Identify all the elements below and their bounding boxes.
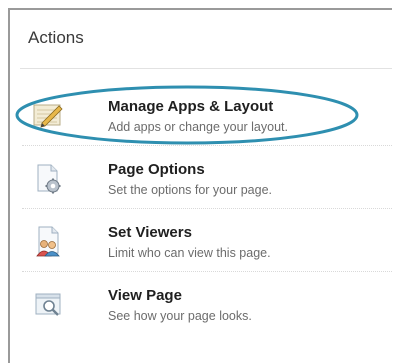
action-description: Set the options for your page. xyxy=(108,183,272,197)
action-set-viewers[interactable]: Set Viewers Limit who can view this page… xyxy=(22,211,392,272)
page-magnifier-icon xyxy=(32,288,64,320)
action-page-options[interactable]: Page Options Set the options for your pa… xyxy=(22,148,392,209)
action-title: Manage Apps & Layout xyxy=(108,98,274,115)
action-description: Limit who can view this page. xyxy=(108,246,271,260)
page-settings-icon xyxy=(32,162,64,194)
panel-title: Actions xyxy=(28,28,84,47)
action-view-page[interactable]: View Page See how your page looks. xyxy=(22,274,392,334)
layout-pencil-icon xyxy=(32,99,64,131)
page-users-icon xyxy=(32,225,64,257)
action-title: Page Options xyxy=(108,161,205,178)
action-title: Set Viewers xyxy=(108,224,192,241)
action-description: See how your page looks. xyxy=(108,309,252,323)
action-title: View Page xyxy=(108,287,182,304)
action-description: Add apps or change your layout. xyxy=(108,120,288,134)
panel-divider xyxy=(20,68,392,69)
actions-panel: Actions Manage Apps & Layout Add apps or… xyxy=(8,8,392,363)
action-manage-apps-layout[interactable]: Manage Apps & Layout Add apps or change … xyxy=(22,85,392,146)
